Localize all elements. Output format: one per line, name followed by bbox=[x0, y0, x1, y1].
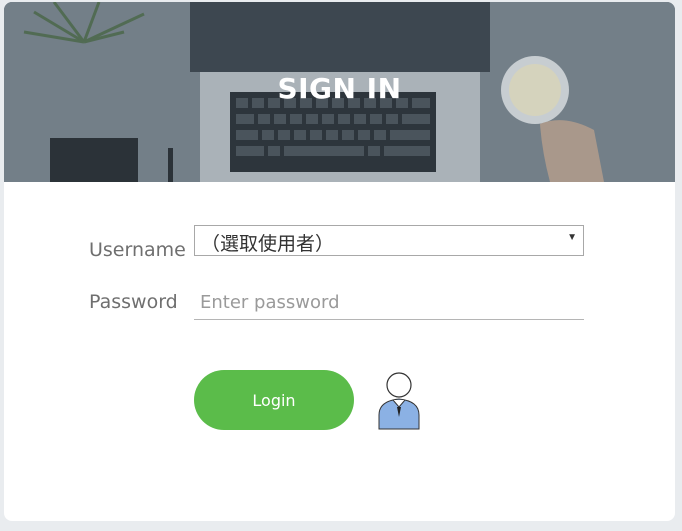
page-title: SIGN IN bbox=[277, 72, 402, 105]
username-selected-value: （選取使用者） bbox=[201, 233, 335, 255]
caret-down-icon: ▼ bbox=[567, 232, 577, 243]
username-label: Username bbox=[89, 239, 186, 261]
password-input[interactable] bbox=[194, 286, 584, 320]
password-label: Password bbox=[89, 291, 178, 313]
login-button[interactable]: Login bbox=[194, 370, 354, 430]
username-select[interactable]: （選取使用者） ▼ bbox=[194, 225, 584, 256]
hero-banner: SIGN IN bbox=[4, 2, 675, 182]
user-avatar-icon[interactable] bbox=[377, 371, 421, 431]
login-card: SIGN IN Username （選取使用者） ▼ Password Logi… bbox=[4, 2, 675, 521]
